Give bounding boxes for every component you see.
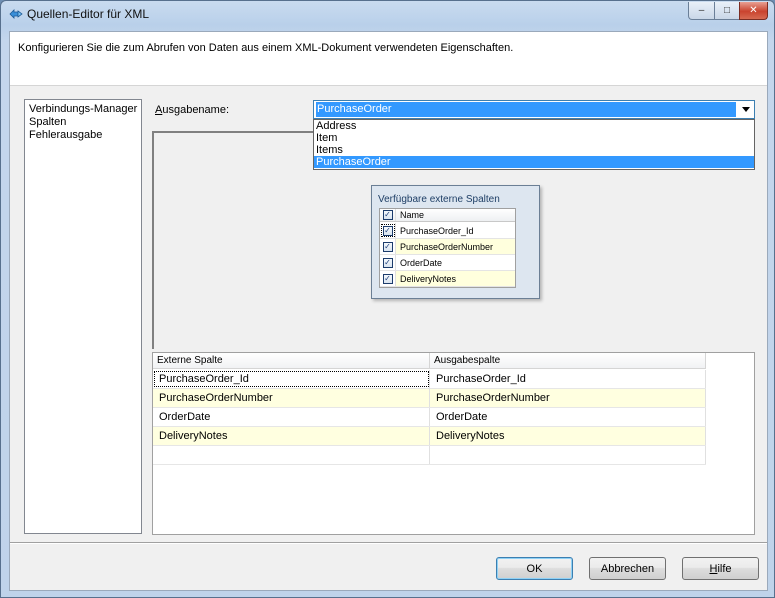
external-columns-box[interactable]: Verfügbare externe Spalten ✓ Name ✓ Purc… xyxy=(371,185,540,299)
external-column-name: DeliveryNotes xyxy=(396,271,515,286)
external-column-checkbox[interactable]: ✓ xyxy=(382,225,393,236)
table-row[interactable]: PurchaseOrder_Id PurchaseOrder_Id xyxy=(153,370,706,389)
external-column-row: ✓ OrderDate xyxy=(380,255,515,271)
nav-item-connection-manager[interactable]: Verbindungs-Manager xyxy=(29,103,137,116)
external-column-checkbox[interactable]: ✓ xyxy=(382,257,393,268)
external-columns-table: ✓ Name ✓ PurchaseOrder_Id ✓ PurchaseOrde… xyxy=(379,208,516,288)
minimize-button[interactable]: – xyxy=(688,2,715,20)
maximize-icon: □ xyxy=(723,5,731,16)
button-separator xyxy=(10,542,767,544)
select-all-checkbox[interactable]: ✓ xyxy=(382,210,393,220)
cancel-button[interactable]: Abbrechen xyxy=(589,557,666,580)
mapping-header-row: Externe Spalte Ausgabespalte xyxy=(153,353,706,369)
window-title: Quellen-Editor für XML xyxy=(27,7,150,21)
mapping-cell-external-empty[interactable] xyxy=(153,446,430,464)
header-band: Konfigurieren Sie die zum Abrufen von Da… xyxy=(10,32,767,86)
external-column-row: ✓ DeliveryNotes xyxy=(380,271,515,287)
dialog-client-area: Konfigurieren Sie die zum Abrufen von Da… xyxy=(9,31,768,591)
column-mapping-grid: Externe Spalte Ausgabespalte PurchaseOrd… xyxy=(152,352,755,535)
mapping-cell-output[interactable]: DeliveryNotes xyxy=(430,427,706,445)
page-nav-list: Verbindungs-Manager Spalten Fehlerausgab… xyxy=(24,99,142,534)
external-column-row: ✓ PurchaseOrder_Id xyxy=(380,223,515,239)
output-name-label: Ausgabename: xyxy=(155,104,229,116)
header-description: Konfigurieren Sie die zum Abrufen von Da… xyxy=(18,42,514,54)
close-button[interactable]: ✕ xyxy=(739,2,768,20)
nav-item-columns[interactable]: Spalten xyxy=(29,116,137,129)
help-button-text: ilfe xyxy=(717,562,732,575)
mapping-cell-output-empty[interactable] xyxy=(430,446,706,464)
mapping-cell-external[interactable]: DeliveryNotes xyxy=(153,427,430,445)
external-column-checkbox[interactable]: ✓ xyxy=(382,241,393,252)
help-button-accesskey: H xyxy=(709,562,718,575)
external-column-name: PurchaseOrder_Id xyxy=(400,225,474,236)
output-name-dropdown-list: Address Item Items PurchaseOrder xyxy=(313,119,755,170)
dropdown-option-purchaseorder[interactable]: PurchaseOrder xyxy=(314,156,754,168)
mapping-cell-external[interactable]: PurchaseOrder_Id xyxy=(153,370,430,388)
maximize-button[interactable]: □ xyxy=(714,2,740,20)
chevron-down-icon[interactable] xyxy=(737,101,754,118)
table-row[interactable]: DeliveryNotes DeliveryNotes xyxy=(153,427,706,446)
table-row[interactable]: OrderDate OrderDate xyxy=(153,408,706,427)
output-name-label-text: usgabename: xyxy=(162,104,230,116)
mapping-cell-external[interactable]: PurchaseOrderNumber xyxy=(153,389,430,407)
dropdown-option-address[interactable]: Address xyxy=(314,120,754,132)
external-columns-title: Verfügbare externe Spalten xyxy=(378,194,500,205)
nav-item-error-output[interactable]: Fehlerausgabe xyxy=(29,129,137,142)
dropdown-option-items[interactable]: Items xyxy=(314,144,754,156)
mapping-cell-output[interactable]: OrderDate xyxy=(430,408,706,426)
external-columns-header-row: ✓ Name xyxy=(380,209,515,222)
mapping-cell-output[interactable]: PurchaseOrder_Id xyxy=(430,370,706,388)
mapping-cell-external[interactable]: OrderDate xyxy=(153,408,430,426)
xml-source-icon xyxy=(9,9,23,19)
mapping-header-external[interactable]: Externe Spalte xyxy=(153,353,430,368)
dialog-window: Quellen-Editor für XML – □ ✕ Konfigurier… xyxy=(0,0,775,598)
mapping-header-output[interactable]: Ausgabespalte xyxy=(430,353,706,368)
table-row[interactable]: PurchaseOrderNumber PurchaseOrderNumber xyxy=(153,389,706,408)
output-name-combobox[interactable]: PurchaseOrder xyxy=(313,100,755,119)
external-column-row: ✓ PurchaseOrderNumber xyxy=(380,239,515,255)
title-bar[interactable]: Quellen-Editor für XML – □ ✕ xyxy=(1,1,774,27)
external-column-name: PurchaseOrderNumber xyxy=(396,239,515,254)
table-row-empty[interactable] xyxy=(153,446,706,465)
help-button[interactable]: Hilfe xyxy=(682,557,759,580)
external-column-checkbox[interactable]: ✓ xyxy=(382,273,393,284)
external-column-name: OrderDate xyxy=(400,257,443,268)
output-name-value: PurchaseOrder xyxy=(316,102,736,117)
mapping-cell-output[interactable]: PurchaseOrderNumber xyxy=(430,389,706,407)
external-columns-header-name: Name xyxy=(400,210,425,220)
ok-button[interactable]: OK xyxy=(496,557,573,580)
close-icon: ✕ xyxy=(749,5,758,16)
minimize-icon: – xyxy=(698,5,705,16)
dropdown-option-item[interactable]: Item xyxy=(314,132,754,144)
